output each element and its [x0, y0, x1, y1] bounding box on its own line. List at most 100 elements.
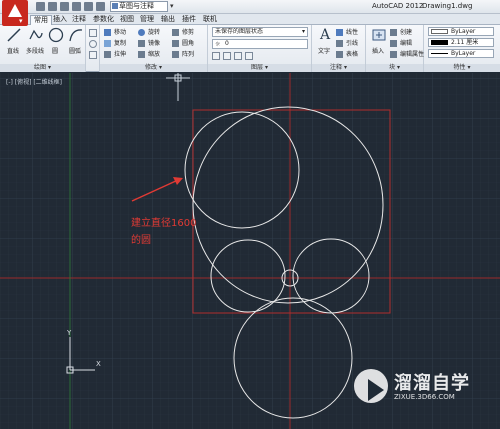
scale-button[interactable]: 缩放 [138, 50, 160, 59]
tab-plugins[interactable]: 插件 [179, 15, 199, 25]
watermark-url: ZIXUE.3D66.COM [394, 393, 455, 401]
lightbulb-icon: ☼ [215, 41, 221, 48]
text-button[interactable]: A 文字 [313, 27, 335, 57]
open-file-icon[interactable] [48, 2, 57, 11]
layer-state-dropdown[interactable]: 未保存的图层状态 ▾ [212, 27, 308, 37]
array-button[interactable]: 阵列 [172, 50, 194, 59]
save-as-icon[interactable] [72, 2, 81, 11]
copy-label: 复制 [114, 40, 127, 47]
copy-icon [104, 40, 111, 47]
scale-icon [138, 51, 145, 58]
annotation-panel: A 文字 线性 引线 表格 注释 ▾ [312, 25, 366, 72]
tab-view[interactable]: 视图 [117, 15, 137, 25]
modify-panel-title[interactable]: 修改 ▾ [100, 64, 207, 72]
create-block-icon [390, 29, 397, 36]
scale-label: 缩放 [148, 51, 161, 58]
trim-label: 修剪 [182, 29, 195, 36]
watermark-title: 溜溜自学 [394, 373, 470, 394]
properties-panel: ByLayer 2.11 厘米 ByLayer 特性 ▾ [424, 25, 500, 72]
workspace-icon [112, 3, 118, 9]
edit-label: 编辑 [400, 40, 413, 47]
redo-icon[interactable] [96, 2, 105, 11]
title-bar: 草图与注释 ▾ AutoCAD 2012 Drawing1.dwg [0, 0, 500, 14]
insert-label: 插入 [371, 48, 384, 55]
draw-panel-title[interactable]: 绘图 ▾ [0, 64, 85, 72]
color-value: ByLayer [451, 28, 476, 35]
block-panel-title[interactable]: 块 ▾ [366, 64, 423, 72]
edit-attributes-button[interactable]: 编辑属性 [390, 50, 424, 59]
lineweight-dropdown[interactable]: 2.11 厘米 [428, 38, 494, 47]
mirror-button[interactable]: 镜像 [138, 39, 160, 48]
stretch-button[interactable]: 拉伸 [104, 50, 126, 59]
layers-panel-title-text: 图层 [251, 64, 264, 71]
layers-controls: 未保存的图层状态 ▾ ☼ 0 [212, 25, 308, 63]
copy-button[interactable]: 复制 [104, 39, 126, 48]
move-button[interactable]: 移动 [104, 28, 126, 37]
insert-block-button[interactable]: 插入 [367, 27, 389, 57]
new-file-icon[interactable] [36, 2, 45, 11]
region-icon[interactable] [89, 51, 97, 59]
layers-panel-title[interactable]: 图层 ▾ [208, 64, 311, 72]
trim-icon [172, 29, 179, 36]
hatch-icon[interactable] [89, 40, 97, 48]
linear-label: 线性 [346, 29, 359, 36]
layer-freeze-icon[interactable] [245, 52, 253, 60]
stretch-label: 拉伸 [114, 51, 127, 58]
properties-panel-title[interactable]: 特性 ▾ [424, 64, 500, 72]
annotation-panel-title[interactable]: 注释 ▾ [312, 64, 365, 72]
play-icon [368, 379, 384, 401]
workspace-label: 草图与注释 [119, 2, 154, 10]
dimension-icon [336, 29, 343, 36]
ribbon: 直线 多段线 圆 圆弧 绘图 ▾ 移动 旋转 修剪 复制 镜像 圆角 拉伸 缩放… [0, 25, 500, 72]
current-layer-value: 0 [225, 40, 229, 47]
document-title: Drawing1.dwg [422, 2, 473, 10]
undo-icon[interactable] [84, 2, 93, 11]
current-layer-dropdown[interactable]: ☼ 0 [212, 39, 308, 49]
drawing-viewport[interactable]: [-] [俯视] [二维线框] Y X 建立直径1600 的圆 溜溜自学 ZIX… [0, 73, 500, 429]
tab-insert[interactable]: 插入 [50, 15, 70, 25]
chevron-down-icon: ▾ [19, 17, 23, 25]
move-icon [104, 29, 111, 36]
layer-isolate-icon[interactable] [234, 52, 242, 60]
tab-manage[interactable]: 管理 [137, 15, 157, 25]
leader-button[interactable]: 引线 [336, 39, 358, 48]
rectangle-icon[interactable] [89, 29, 97, 37]
rotate-label: 旋转 [148, 29, 161, 36]
linetype-dropdown[interactable]: ByLayer [428, 49, 494, 58]
table-button[interactable]: 表格 [336, 50, 358, 59]
arc-button[interactable]: 圆弧 [64, 27, 86, 57]
tab-parametric[interactable]: 参数化 [90, 15, 117, 25]
modify-panel-title-text: 修改 [145, 64, 158, 71]
layer-properties-icon[interactable] [212, 52, 220, 60]
ucs-y-label: Y [66, 329, 72, 337]
autocad-window: 草图与注释 ▾ AutoCAD 2012 Drawing1.dwg ▾ 常用 插… [0, 0, 500, 429]
chevron-down-icon[interactable]: ▾ [170, 2, 174, 10]
circle-icon [48, 27, 64, 43]
viewport-controls-label[interactable]: [-] [俯视] [二维线框] [6, 77, 62, 86]
create-block-button[interactable]: 创建 [390, 28, 412, 37]
tab-home[interactable]: 常用 [30, 15, 52, 25]
fillet-button[interactable]: 圆角 [172, 39, 194, 48]
layer-off-icon[interactable] [223, 52, 231, 60]
workspace-switcher[interactable]: 草图与注释 [110, 1, 168, 12]
color-dropdown[interactable]: ByLayer [428, 27, 494, 36]
draw-panel-title-text: 绘图 [34, 64, 47, 71]
lineweight-value: 2.11 厘米 [451, 39, 479, 46]
tab-annotate[interactable]: 注释 [69, 15, 89, 25]
tab-output[interactable]: 输出 [158, 15, 178, 25]
save-icon[interactable] [60, 2, 69, 11]
watermark: 溜溜自学 ZIXUE.3D66.COM [350, 365, 470, 413]
linetype-value: ByLayer [451, 50, 476, 57]
line-icon [7, 28, 21, 42]
edit-block-button[interactable]: 编辑 [390, 39, 412, 48]
draw-panel: 直线 多段线 圆 圆弧 绘图 ▾ [0, 25, 86, 72]
linetype-swatch [431, 51, 448, 54]
application-menu-button[interactable]: ▾ [2, 0, 28, 26]
line-button[interactable]: 直线 [2, 27, 24, 57]
edit-attributes-icon [390, 51, 397, 58]
linear-dimension-button[interactable]: 线性 [336, 28, 358, 37]
tab-online[interactable]: 联机 [200, 15, 220, 25]
trim-button[interactable]: 修剪 [172, 28, 194, 37]
rotate-button[interactable]: 旋转 [138, 28, 160, 37]
arc-icon [69, 29, 83, 42]
